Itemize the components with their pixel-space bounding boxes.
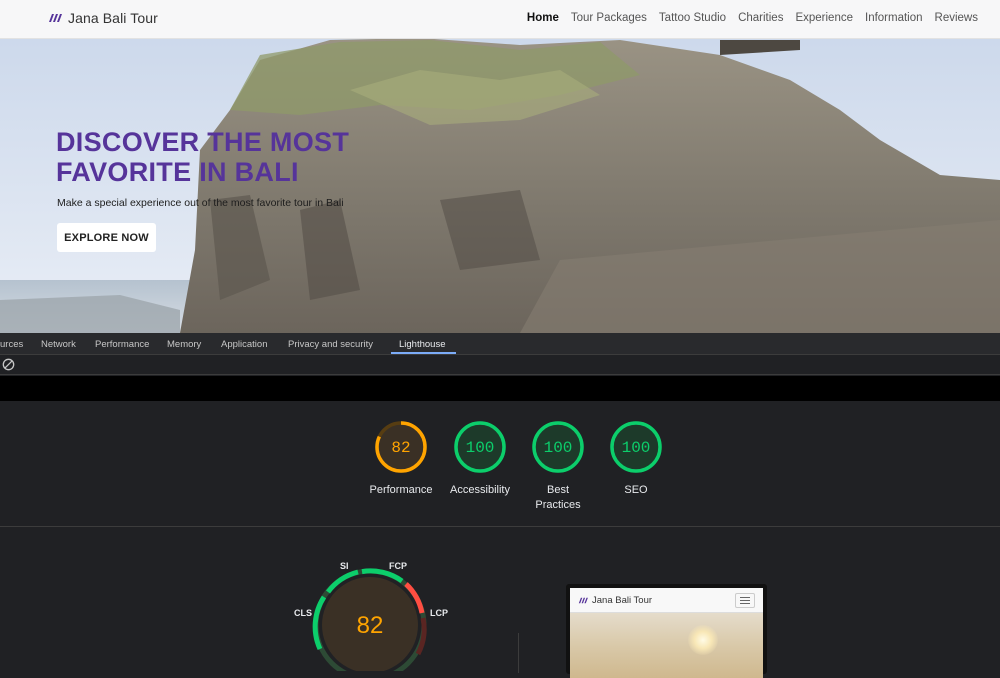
active-tab-indicator — [391, 352, 456, 354]
screenshot-screen: Jana Bali Tour — [570, 588, 763, 678]
hero-title: DISCOVER THE MOST FAVORITE IN BALI — [56, 127, 350, 187]
metric-label-cls: CLS — [294, 608, 312, 618]
nav-link-tour-packages[interactable]: Tour Packages — [571, 12, 647, 24]
tab-application[interactable]: Application — [221, 339, 267, 350]
page-screenshot-preview[interactable]: Jana Bali Tour — [566, 584, 767, 678]
tab-lighthouse[interactable]: Lighthouse — [399, 339, 445, 350]
preview-navbar: Jana Bali Tour — [570, 588, 763, 613]
preview-hero-image — [570, 613, 763, 678]
seo-gauge-ring: 100 — [610, 421, 662, 473]
nav-link-tattoo-studio[interactable]: Tattoo Studio — [659, 12, 726, 24]
preview-brand-name: Jana Bali Tour — [592, 595, 653, 606]
preview-brand: Jana Bali Tour — [578, 595, 652, 606]
score-gauge-seo[interactable]: 100 SEO — [601, 419, 671, 498]
tab-memory[interactable]: Memory — [167, 339, 201, 350]
section-divider — [0, 526, 1000, 527]
nav-link-experience[interactable]: Experience — [795, 12, 853, 24]
performance-gauge-ring: 82 — [375, 421, 427, 473]
metric-label-si: SI — [340, 561, 349, 571]
report-header-bar — [0, 376, 1000, 401]
sun-glow — [688, 625, 718, 655]
tab-privacy-and-security[interactable]: Privacy and security — [288, 339, 373, 350]
metric-label-fcp: FCP — [389, 561, 407, 571]
nav-link-home[interactable]: Home — [527, 12, 559, 24]
score-label: SEO — [624, 484, 648, 496]
score-value: 100 — [544, 439, 573, 457]
lighthouse-report: 82 Performance 100 Accessibility 100 Bes… — [0, 401, 1000, 678]
site-navbar: Jana Bali Tour Home Tour Packages Tattoo… — [0, 0, 1000, 39]
tab-sources[interactable]: urces — [0, 339, 23, 350]
website-preview: Jana Bali Tour Home Tour Packages Tattoo… — [0, 0, 1000, 333]
nav-link-charities[interactable]: Charities — [738, 12, 783, 24]
score-gauge-performance[interactable]: 82 Performance — [366, 419, 436, 498]
tab-performance[interactable]: Performance — [95, 339, 149, 350]
clear-icon[interactable] — [2, 358, 15, 371]
score-label: Performance — [369, 484, 433, 496]
score-value: 100 — [622, 439, 651, 457]
accessibility-gauge-ring: 100 — [454, 421, 506, 473]
performance-detail-gauge: 82 SI FCP LCP CLS — [294, 561, 458, 678]
brand-logo-icon — [49, 14, 62, 22]
brand-name: Jana Bali Tour — [68, 10, 158, 26]
nav-link-information[interactable]: Information — [865, 12, 923, 24]
site-brand[interactable]: Jana Bali Tour — [48, 10, 158, 26]
best-practices-gauge-ring: 100 — [532, 421, 584, 473]
score-label: Accessibility — [450, 484, 510, 496]
tab-network[interactable]: Network — [41, 339, 76, 350]
devtools-toolbar — [0, 355, 1000, 375]
devtools-tab-bar: urces Network Performance Memory Applica… — [0, 333, 1000, 355]
score-value: 100 — [466, 439, 495, 457]
score-gauge-accessibility[interactable]: 100 Accessibility — [445, 419, 515, 498]
score-value: 82 — [391, 439, 410, 457]
site-nav-links: Home Tour Packages Tattoo Studio Chariti… — [527, 12, 978, 24]
performance-detail-score: 82 — [357, 612, 384, 639]
explore-now-button[interactable]: EXPLORE NOW — [57, 223, 156, 252]
score-gauge-best-practices[interactable]: 100 Best Practices — [523, 419, 593, 513]
column-divider — [518, 633, 519, 673]
score-label: Best Practices — [535, 484, 581, 511]
preview-logo-icon — [578, 597, 588, 604]
hamburger-menu-icon — [735, 593, 755, 608]
nav-link-reviews[interactable]: Reviews — [935, 12, 978, 24]
metric-label-lcp: LCP — [430, 608, 448, 618]
hero-subtitle: Make a special experience out of the mos… — [57, 197, 344, 209]
